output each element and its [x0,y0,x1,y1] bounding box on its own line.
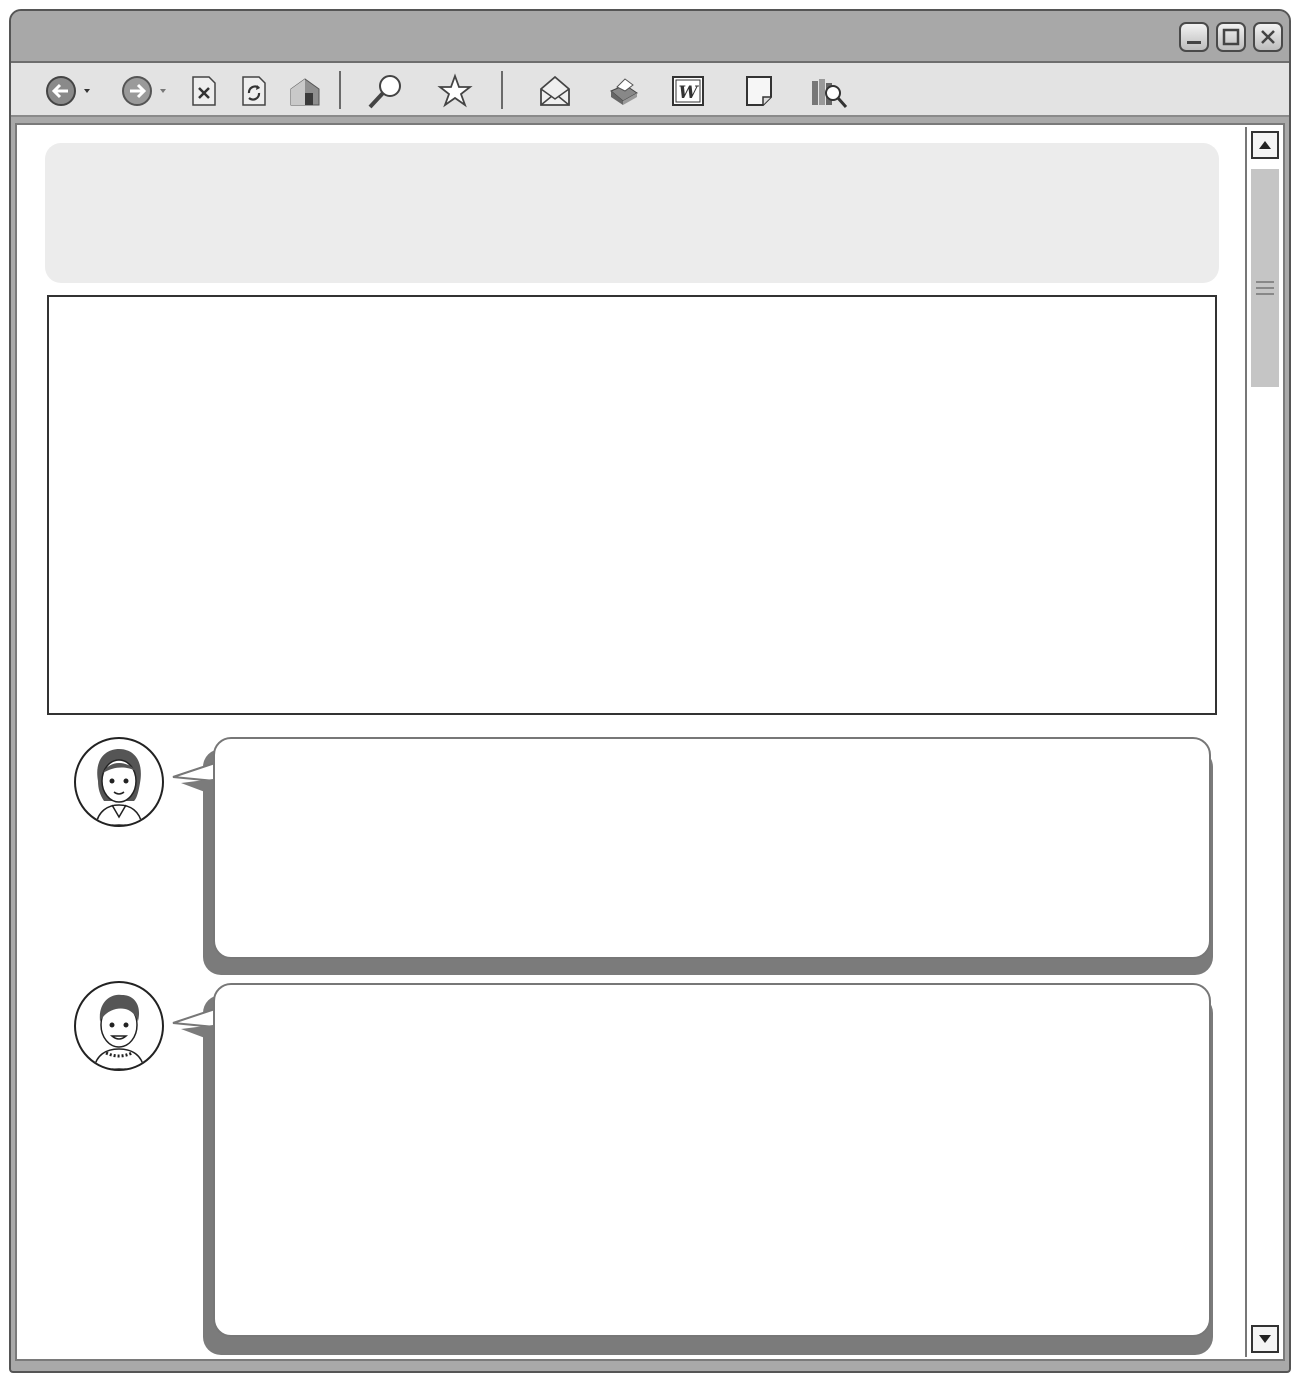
scrollbar-thumb[interactable] [1251,169,1279,387]
female-avatar [74,737,164,827]
research-icon [812,79,848,108]
grip-line [1256,287,1274,289]
scroll-down-button[interactable] [1251,1325,1279,1353]
research-button[interactable] [809,71,851,111]
stop-icon [192,76,216,106]
header-panel [45,143,1219,283]
close-button[interactable] [1253,22,1283,52]
speech-bubble-male [213,983,1211,1337]
maximize-button[interactable] [1216,22,1246,52]
print-icon [610,78,638,105]
forward-icon [122,76,166,106]
home-button[interactable] [287,71,323,111]
male-avatar [74,981,164,1071]
back-icon [46,76,90,106]
favorites-star-icon [437,73,473,108]
back-button[interactable] [41,71,97,111]
toolbar: W [11,61,1289,117]
word-document-icon: W [672,76,704,106]
mail-button[interactable] [537,71,573,111]
grip-line [1256,293,1274,295]
note-page-icon [746,76,772,106]
speech-bubble-tail [172,1007,216,1041]
stop-button[interactable] [189,71,219,111]
minimize-icon [1187,41,1201,44]
title-bar[interactable] [11,11,1289,61]
svg-text:W: W [678,83,699,103]
close-icon [1261,30,1275,44]
arrow-up-icon [1259,141,1271,149]
home-icon [290,78,320,106]
scroll-up-button[interactable] [1251,131,1279,159]
main-content-box [47,295,1217,715]
minimize-button[interactable] [1179,22,1209,52]
mail-icon [540,75,570,106]
speech-bubble-female [213,737,1211,959]
arrow-down-icon [1259,1335,1271,1343]
print-button[interactable] [605,71,641,111]
toolbar-separator [339,71,341,109]
word-button[interactable]: W [671,71,707,111]
search-icon [368,75,401,109]
favorites-button[interactable] [437,71,473,111]
page-content-area [15,123,1285,1361]
vertical-scrollbar[interactable] [1245,127,1281,1357]
chevron-down-icon [84,89,90,93]
toolbar-separator [501,71,503,109]
refresh-icon [242,76,266,106]
browser-window: W [9,9,1291,1373]
forward-button[interactable] [117,71,173,111]
note-button[interactable] [743,71,779,111]
maximize-icon [1222,28,1240,46]
speech-bubble-tail [172,761,216,795]
grip-line [1256,281,1274,283]
search-button[interactable] [365,71,407,111]
refresh-button[interactable] [239,71,269,111]
